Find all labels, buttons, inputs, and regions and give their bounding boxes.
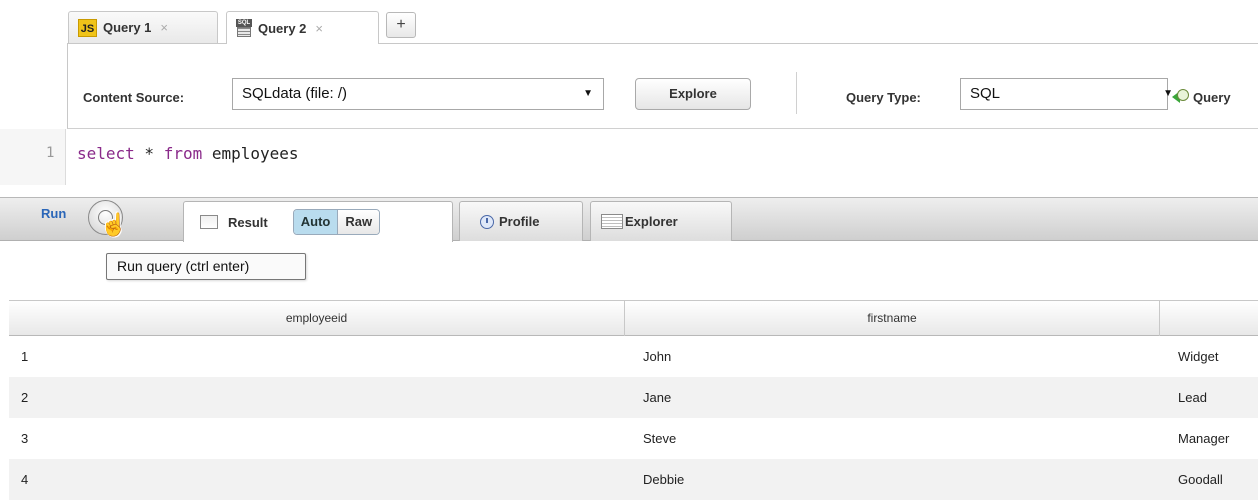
cell-firstname: Steve (643, 431, 677, 446)
cell-col3: Manager (1178, 431, 1230, 446)
table-row[interactable]: 4 Debbie Goodall (9, 459, 1258, 500)
cell-employeeid: 1 (21, 349, 29, 364)
run-label[interactable]: Run (41, 206, 66, 221)
cell-employeeid: 2 (21, 390, 29, 405)
run-tooltip: Run query (ctrl enter) (106, 253, 306, 280)
auto-mode-button[interactable]: Auto (293, 210, 338, 234)
explore-button[interactable]: Explore (635, 78, 751, 110)
cell-employeeid: 4 (21, 472, 29, 487)
content-source-label: Content Source: (83, 90, 185, 105)
column-header-employeeid[interactable]: employeeid (9, 300, 624, 336)
sql-file-icon: SQL (236, 19, 252, 37)
result-mode-toggle[interactable]: Auto Raw (292, 209, 381, 235)
table-row[interactable]: 2 Jane Lead (9, 377, 1258, 418)
query-tab-1[interactable]: JS Query 1 × (68, 11, 218, 43)
cell-col3: Lead (1178, 390, 1207, 405)
table-row[interactable]: 1 John Widget (9, 336, 1258, 377)
code-text: * (134, 144, 164, 163)
line-number: 1 (46, 145, 55, 161)
query-tab-label: Query 1 (103, 20, 152, 35)
tab-result[interactable]: Result Auto Raw (183, 201, 453, 242)
table-row[interactable]: 3 Steve Manager (9, 418, 1258, 459)
query-type-select[interactable]: SQL ▼ (960, 78, 1173, 110)
query-type-label: Query Type: (846, 90, 921, 105)
tab-explorer[interactable]: Explorer (590, 201, 732, 241)
tab-profile-label: Profile (499, 214, 540, 229)
line-number-gutter (0, 129, 66, 185)
close-icon[interactable]: × (315, 21, 323, 36)
query-history-link[interactable]: Query (1172, 88, 1231, 106)
tab-result-label: Result (228, 214, 268, 230)
cell-firstname: Debbie (643, 472, 685, 487)
hand-cursor-icon: ☝ (100, 212, 128, 237)
code-text: employees (202, 144, 299, 163)
query-tab-label: Query 2 (258, 20, 307, 36)
dropdown-arrow-icon: ▼ (583, 88, 593, 99)
cell-employeeid: 3 (21, 431, 29, 446)
raw-mode-button[interactable]: Raw (337, 210, 380, 234)
cell-firstname: John (643, 349, 672, 364)
close-icon[interactable]: × (160, 20, 168, 35)
add-query-tab-button[interactable]: + (386, 12, 416, 38)
history-back-icon (1172, 88, 1190, 106)
column-header-3[interactable] (1160, 300, 1258, 336)
js-file-icon: JS (78, 18, 97, 37)
column-header-firstname[interactable]: firstname (625, 300, 1159, 336)
code-keyword: select (77, 144, 135, 163)
tab-profile[interactable]: Profile (459, 201, 583, 241)
content-source-select[interactable]: SQLdata (file: /) ▼ (232, 78, 604, 110)
cell-firstname: Jane (643, 390, 672, 405)
query-code-line[interactable]: select * from employees (77, 144, 299, 163)
profile-icon (480, 214, 494, 229)
result-icon (200, 215, 218, 229)
tab-explorer-label: Explorer (625, 214, 678, 229)
cell-col3: Goodall (1178, 472, 1223, 487)
cell-col3: Widget (1178, 349, 1219, 364)
explorer-icon (601, 214, 623, 229)
divider (796, 72, 797, 114)
code-keyword: from (163, 144, 203, 163)
query-tab-2[interactable]: SQL Query 2 × (226, 11, 379, 44)
